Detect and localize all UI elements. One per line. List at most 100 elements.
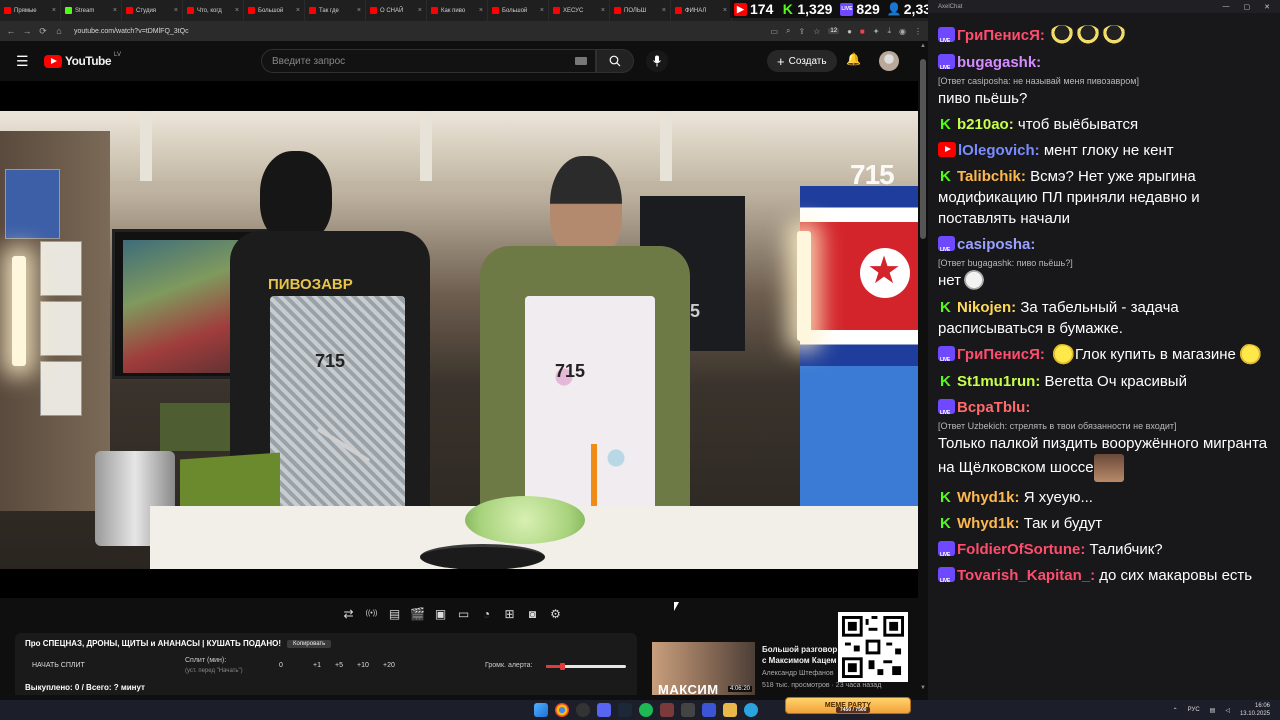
cast-icon[interactable]: ▭ (770, 27, 778, 36)
alert-volume-slider[interactable] (546, 663, 626, 670)
copy-button[interactable]: Копировать (286, 639, 332, 648)
subtitles-icon[interactable]: ▤ (386, 606, 403, 621)
add-10-button[interactable]: +10 (357, 662, 369, 669)
tab-close-icon[interactable]: × (174, 7, 178, 14)
screenshot-icon[interactable]: ◙ (524, 606, 541, 621)
tab-close-icon[interactable]: × (357, 7, 361, 14)
tab-close-icon[interactable]: × (418, 7, 422, 14)
forward-icon[interactable]: → (22, 26, 32, 36)
search-button[interactable] (596, 49, 634, 73)
chrome-icon[interactable] (555, 703, 569, 717)
minimize-icon[interactable]: — (1223, 3, 1230, 11)
gamepad-icon[interactable] (681, 703, 695, 717)
page-scrollbar[interactable]: ▲ ▼ (918, 41, 928, 695)
chat-username[interactable]: ГриПенисЯ: (957, 27, 1045, 44)
bookmark-icon[interactable]: ☆ (813, 27, 820, 36)
maximize-icon[interactable]: ▢ (1244, 3, 1251, 11)
tab-close-icon[interactable]: × (723, 7, 727, 14)
discord-icon[interactable] (597, 703, 611, 717)
tab-close-icon[interactable]: × (52, 7, 56, 14)
tray-expand-icon[interactable]: ⌃ (1173, 707, 1178, 714)
browser-tab[interactable]: ПОЛЬШ × (610, 0, 671, 21)
network-icon[interactable]: ▤ (1210, 707, 1216, 714)
recommendation-thumbnail[interactable]: МАКСИМ 4:06:20 (652, 642, 755, 695)
extension-dot-icon[interactable]: ● (847, 27, 852, 36)
volume-knob[interactable] (560, 663, 565, 670)
scrollbar-thumb[interactable] (920, 59, 926, 239)
extension-puzzle-icon[interactable]: ✦ (873, 27, 880, 36)
tab-close-icon[interactable]: × (601, 7, 605, 14)
user-avatar[interactable] (879, 51, 899, 71)
profile-icon[interactable]: ◉ (899, 27, 906, 36)
url-field[interactable]: youtube.com/watch?v=tDMlFQ_3tQc (74, 28, 189, 35)
back-icon[interactable]: ← (6, 26, 16, 36)
chat-username[interactable]: b210ao: (957, 116, 1014, 133)
browser-tab[interactable]: Что, когд × (183, 0, 244, 21)
steam-icon[interactable] (618, 703, 632, 717)
keyboard-icon[interactable] (575, 57, 587, 65)
extension-badge[interactable]: 12 (828, 28, 840, 34)
add-20-button[interactable]: +20 (383, 662, 395, 669)
chat-username[interactable]: FoldierOfSortune: (957, 541, 1085, 558)
browser-tab[interactable]: ФИНАЛ × (671, 0, 732, 21)
chat-username[interactable]: Talibchik: (957, 168, 1026, 185)
browser-tab[interactable]: ХЕСУС × (549, 0, 610, 21)
tab-close-icon[interactable]: × (235, 7, 239, 14)
scroll-up-icon[interactable]: ▲ (920, 43, 926, 49)
extension-red-icon[interactable]: ■ (860, 27, 865, 36)
chrome-menu-icon[interactable]: ⋮ (914, 27, 922, 36)
start-split-button[interactable]: НАЧАТЬ СПЛИТ (32, 662, 85, 669)
scroll-down-icon[interactable]: ▼ (920, 685, 926, 691)
create-button[interactable]: + Создать (767, 50, 837, 72)
chat-username[interactable]: St1mu1run: (957, 373, 1040, 390)
tab-close-icon[interactable]: × (296, 7, 300, 14)
live-icon[interactable]: ((•)) (363, 606, 380, 621)
tab-close-icon[interactable]: × (113, 7, 117, 14)
video-player[interactable]: 715 ★ ПИВОЗАВР 715 715 ★ 715 (0, 81, 918, 598)
chat-username[interactable]: BcpaTblu: (957, 399, 1030, 416)
browser-tab[interactable]: О СНАЙ × (366, 0, 427, 21)
telegram-icon[interactable] (744, 703, 758, 717)
meme-party-widget[interactable]: MEME PARTY 7450 / 7500 (785, 697, 911, 714)
recommendation-channel[interactable]: Александр Штефанов (762, 670, 834, 677)
chat-username[interactable]: lOlegovich: (958, 142, 1040, 159)
chat-username[interactable]: Whyd1k: (957, 515, 1020, 532)
chat-username[interactable]: Tovarish_Kapitan_: (957, 567, 1095, 584)
close-icon[interactable]: ✕ (1264, 3, 1270, 11)
clapper-icon[interactable]: 🎬 (409, 606, 426, 621)
tab-close-icon[interactable]: × (479, 7, 483, 14)
add-1-button[interactable]: +1 (313, 662, 321, 669)
chat-username[interactable]: Nikojen: (957, 299, 1016, 316)
chat-username[interactable]: casiposha: (957, 236, 1035, 253)
browser-tab[interactable]: Прямые × (0, 0, 61, 21)
tab-close-icon[interactable]: × (540, 7, 544, 14)
folder-icon[interactable] (723, 703, 737, 717)
windows-start-icon[interactable] (534, 703, 548, 717)
search-box[interactable] (261, 49, 596, 73)
voice-search-button[interactable] (646, 50, 668, 72)
browser-tab[interactable]: Большой × (244, 0, 305, 21)
speed-icon[interactable]: ◔ (478, 606, 495, 621)
chat-username[interactable]: bugagashk: (957, 54, 1041, 71)
obs-icon[interactable] (576, 703, 590, 717)
app-icon[interactable] (702, 703, 716, 717)
chat-username[interactable]: ГриПенисЯ: (957, 346, 1045, 363)
add-5-button[interactable]: +5 (335, 662, 343, 669)
downloads-icon[interactable]: ⤓ (887, 26, 891, 36)
settings-icon[interactable]: ⚙ (547, 606, 564, 621)
browser-tab[interactable]: Студия × (122, 0, 183, 21)
home-icon[interactable]: ⌂ (54, 26, 64, 36)
tab-close-icon[interactable]: × (662, 7, 666, 14)
menu-icon[interactable]: ☰ (16, 53, 32, 70)
browser-tab[interactable]: Как пиво × (427, 0, 488, 21)
miniplayer-icon[interactable]: ▣ (432, 606, 449, 621)
plus-box-icon[interactable]: ⊞ (501, 606, 518, 621)
clock[interactable]: 16:06 13.10.2025 (1240, 702, 1270, 718)
share-icon[interactable]: ⇪ (799, 27, 806, 36)
loop-icon[interactable]: ⇄ (340, 606, 357, 621)
reload-icon[interactable]: ⟳ (38, 26, 48, 37)
chat-username[interactable]: Whyd1k: (957, 489, 1020, 506)
browser-tab[interactable]: Stream × (61, 0, 122, 21)
theater-icon[interactable]: ▭ (455, 606, 472, 621)
browser-tab[interactable]: Так где × (305, 0, 366, 21)
